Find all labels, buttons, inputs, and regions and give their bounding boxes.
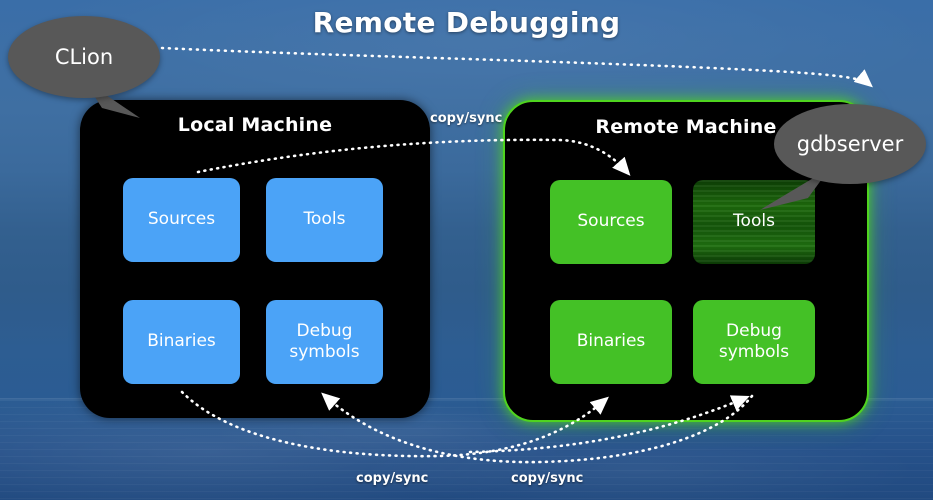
remote-tile-debug-symbols[interactable]: Debug symbols [693, 300, 815, 384]
clion-callout-bubble[interactable]: CLion [8, 16, 160, 98]
local-tile-sources[interactable]: Sources [123, 178, 240, 262]
clion-callout-label: CLion [54, 45, 114, 69]
gdbserver-callout-label: gdbserver [796, 132, 904, 156]
remote-tile-binaries[interactable]: Binaries [550, 300, 672, 384]
slide-canvas: Remote Debugging Local Machine Sources T… [0, 0, 933, 500]
arrow-label-top-copy-sync: copy/sync [430, 111, 503, 126]
arrow-clion-to-gdbserver [160, 46, 873, 88]
local-tile-binaries[interactable]: Binaries [123, 300, 240, 384]
arrow-label-bottom-right-copy-sync: copy/sync [511, 471, 584, 486]
remote-tile-tools[interactable]: Tools [693, 180, 815, 264]
arrow-label-bottom-left-copy-sync: copy/sync [356, 471, 429, 486]
local-tile-debug-symbols[interactable]: Debug symbols [266, 300, 383, 384]
remote-tile-sources[interactable]: Sources [550, 180, 672, 264]
gdbserver-callout-bubble[interactable]: gdbserver [774, 104, 926, 184]
local-machine-title: Local Machine [177, 114, 333, 136]
local-tile-tools[interactable]: Tools [266, 178, 383, 262]
